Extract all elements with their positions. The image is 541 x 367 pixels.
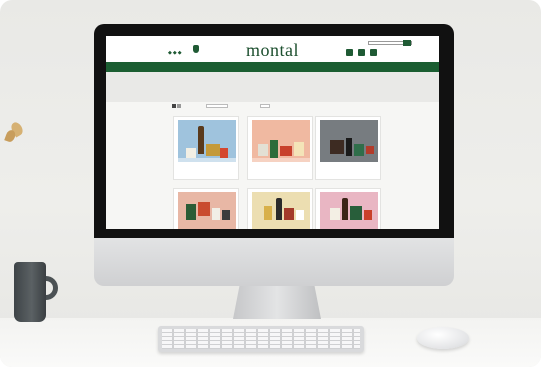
box (294, 142, 304, 156)
keyboard (158, 326, 364, 352)
list-icon[interactable] (177, 104, 181, 108)
user-icon[interactable] (346, 49, 353, 56)
box (284, 208, 294, 220)
main-nav (106, 62, 439, 72)
bottle (346, 138, 352, 156)
box (264, 206, 272, 220)
search-icon[interactable] (403, 40, 411, 46)
can (366, 146, 374, 154)
product-card[interactable] (173, 188, 239, 229)
sort-select[interactable] (206, 104, 228, 108)
can (364, 210, 372, 220)
box (206, 144, 220, 156)
cart-icon[interactable] (358, 49, 365, 56)
product-image[interactable] (252, 120, 310, 162)
desk-scene: ◆◆◆ montal (0, 0, 541, 367)
box (330, 140, 344, 154)
product-image[interactable] (320, 192, 378, 229)
product-image[interactable] (178, 192, 236, 229)
can (220, 148, 228, 158)
plant-decoration (0, 118, 26, 148)
bottle (270, 140, 278, 158)
website-screen: ◆◆◆ montal (106, 36, 439, 229)
box (350, 206, 362, 220)
monitor-chin (94, 238, 454, 286)
monitor-stand (233, 283, 321, 319)
jar (354, 144, 364, 156)
jar (212, 208, 220, 220)
product-image[interactable] (252, 192, 310, 229)
bottle (198, 126, 204, 154)
listing-toolbar (172, 104, 372, 110)
product-card[interactable] (247, 188, 313, 229)
product-image[interactable] (320, 120, 378, 162)
coffee-mug (14, 262, 58, 324)
mug-body (14, 262, 46, 322)
jar (186, 148, 196, 158)
product-card[interactable] (173, 116, 239, 180)
jar (258, 144, 268, 156)
bottle (276, 198, 282, 220)
product-card[interactable] (315, 188, 381, 229)
jar (330, 208, 340, 220)
grid-icon[interactable] (172, 104, 176, 108)
can (222, 210, 230, 220)
product-card[interactable] (247, 116, 313, 180)
shelf (178, 158, 236, 162)
keyboard-keys (162, 329, 360, 349)
flag-icons[interactable]: ◆◆◆ (168, 50, 183, 56)
bag-icon[interactable] (370, 49, 377, 56)
product-card[interactable] (315, 116, 381, 180)
shelf (252, 158, 310, 162)
crest-icon (193, 45, 199, 53)
site-header: ◆◆◆ montal (106, 36, 439, 62)
box (186, 204, 196, 220)
box (198, 202, 210, 216)
show-select[interactable] (260, 104, 270, 108)
jar (296, 210, 304, 220)
mouse (417, 327, 469, 349)
site-logo[interactable]: montal (246, 40, 299, 61)
product-image[interactable] (178, 120, 236, 162)
bottle (342, 198, 348, 220)
box (280, 146, 292, 156)
category-banner (106, 72, 439, 102)
